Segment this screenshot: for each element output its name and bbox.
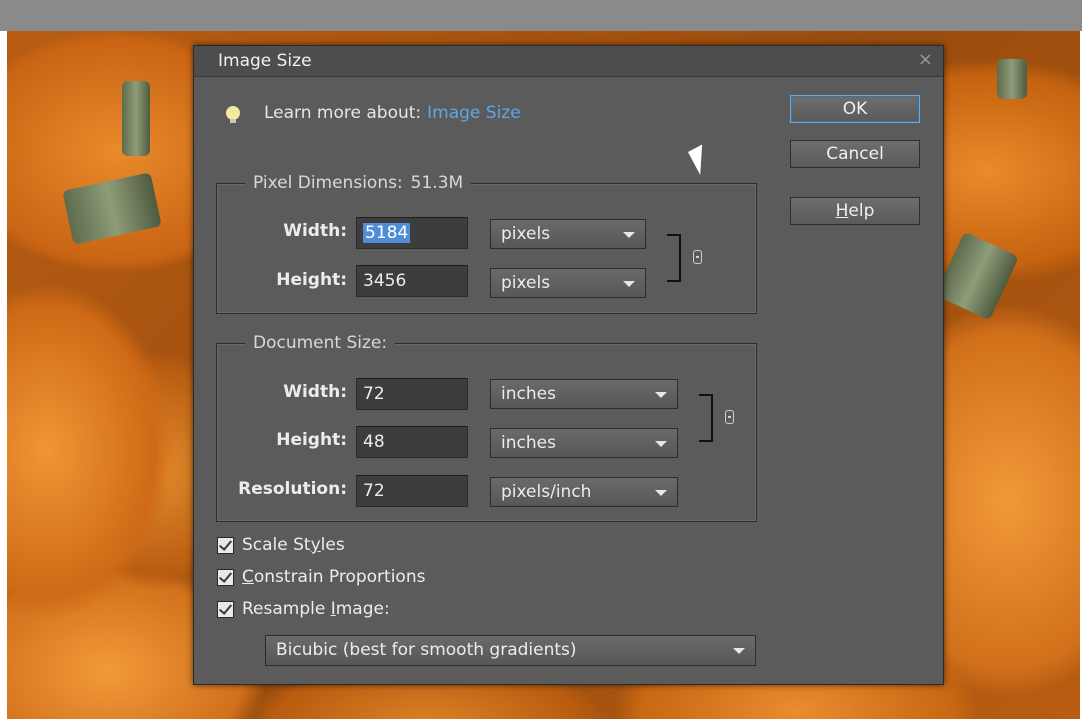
help-button-label: elp bbox=[848, 201, 875, 221]
doc-height-input[interactable]: 48 bbox=[356, 426, 468, 458]
chevron-down-icon bbox=[623, 232, 635, 238]
scale-styles-option[interactable]: Scale Styles bbox=[217, 534, 345, 556]
dialog-titlebar[interactable]: Image Size × bbox=[194, 46, 943, 77]
resolution-unit: pixels/inch bbox=[501, 482, 592, 502]
constrain-proportions-label: Constrain Proportions bbox=[242, 567, 425, 587]
resample-image-checkbox[interactable] bbox=[217, 600, 234, 618]
pixel-width-unit: pixels bbox=[501, 224, 551, 244]
doc-width-label: Width: bbox=[283, 382, 347, 402]
resolution-input[interactable]: 72 bbox=[356, 475, 468, 507]
pixel-dimensions-legend: Pixel Dimensions: 51.3M bbox=[245, 172, 472, 194]
scale-styles-label-part: les bbox=[320, 535, 345, 555]
pixel-width-unit-select[interactable]: pixels bbox=[490, 219, 646, 249]
doc-width-unit-select[interactable]: inches bbox=[490, 379, 678, 409]
pumpkin-stem bbox=[997, 59, 1027, 99]
scale-styles-label-part: Scale St bbox=[242, 535, 311, 555]
resolution-label: Resolution: bbox=[238, 479, 347, 499]
resample-image-label: Resample Image: bbox=[242, 599, 390, 619]
pixel-width-label: Width: bbox=[283, 221, 347, 241]
close-icon[interactable]: × bbox=[918, 49, 933, 70]
lightbulb-icon bbox=[226, 106, 240, 123]
pixel-width-input[interactable]: 5184 bbox=[356, 217, 468, 249]
resolution-unit-select[interactable]: pixels/inch bbox=[490, 477, 678, 507]
chevron-down-icon bbox=[655, 490, 667, 496]
scale-styles-label: Scale Styles bbox=[242, 535, 345, 555]
chevron-down-icon bbox=[733, 648, 745, 654]
constrain-proportions-label-part: onstrain Proportions bbox=[253, 567, 426, 587]
pixel-dimensions-group: Pixel Dimensions: 51.3M Width: 5184 pixel… bbox=[216, 172, 757, 314]
doc-width-input[interactable]: 72 bbox=[356, 378, 468, 410]
help-button[interactable]: Help bbox=[790, 197, 920, 225]
pixel-height-input[interactable]: 3456 bbox=[356, 265, 468, 297]
learn-more-row: Learn more about: Image Size bbox=[226, 101, 521, 125]
help-button-mnemonic: H bbox=[835, 201, 849, 221]
chevron-down-icon bbox=[655, 441, 667, 447]
pumpkin-stem bbox=[62, 172, 162, 245]
scale-styles-checkbox[interactable] bbox=[217, 536, 234, 554]
pixel-height-label: Height: bbox=[276, 270, 347, 290]
learn-more-text: Learn more about: bbox=[264, 103, 422, 123]
learn-more-link[interactable]: Image Size bbox=[427, 103, 521, 123]
cancel-button[interactable]: Cancel bbox=[790, 140, 920, 168]
constrain-bracket bbox=[699, 394, 713, 442]
pumpkin-stem bbox=[122, 81, 150, 156]
constrain-bracket bbox=[667, 234, 681, 282]
pixel-dimensions-title: Pixel Dimensions: bbox=[253, 173, 403, 193]
constrain-proportions-checkbox[interactable] bbox=[217, 568, 234, 586]
link-chain-icon bbox=[693, 250, 702, 264]
doc-height-label: Height: bbox=[276, 430, 347, 450]
doc-width-unit: inches bbox=[501, 384, 556, 404]
pixel-width-value: 5184 bbox=[363, 223, 411, 243]
link-chain-icon bbox=[725, 410, 734, 424]
resample-method-select[interactable]: Bicubic (best for smooth gradients) bbox=[265, 635, 756, 666]
dialog-title: Image Size bbox=[218, 51, 312, 71]
doc-height-unit-select[interactable]: inches bbox=[490, 428, 678, 458]
pumpkin-stem bbox=[935, 231, 1019, 321]
document-size-group: Document Size: Width: 72 inches Height: … bbox=[216, 332, 757, 522]
image-size-dialog: Image Size × Learn more about: Image Siz… bbox=[193, 45, 944, 685]
resample-image-label-part: Resample bbox=[242, 599, 331, 619]
chevron-down-icon bbox=[655, 392, 667, 398]
resample-image-label-part: mage: bbox=[335, 599, 390, 619]
constrain-proportions-mnemonic: C bbox=[242, 567, 254, 587]
pixel-dimensions-size: 51.3M bbox=[410, 173, 464, 193]
chevron-down-icon bbox=[623, 281, 635, 287]
window-top-strip bbox=[0, 0, 1082, 31]
resample-method-value: Bicubic (best for smooth gradients) bbox=[276, 640, 577, 660]
resample-image-option[interactable]: Resample Image: bbox=[217, 598, 390, 620]
constrain-proportions-option[interactable]: Constrain Proportions bbox=[217, 566, 425, 588]
document-size-legend: Document Size: bbox=[245, 332, 396, 354]
doc-height-unit: inches bbox=[501, 433, 556, 453]
ok-button[interactable]: OK bbox=[790, 95, 920, 123]
pixel-height-unit-select[interactable]: pixels bbox=[490, 268, 646, 298]
pixel-height-unit: pixels bbox=[501, 273, 551, 293]
scale-styles-mnemonic: y bbox=[310, 535, 321, 555]
